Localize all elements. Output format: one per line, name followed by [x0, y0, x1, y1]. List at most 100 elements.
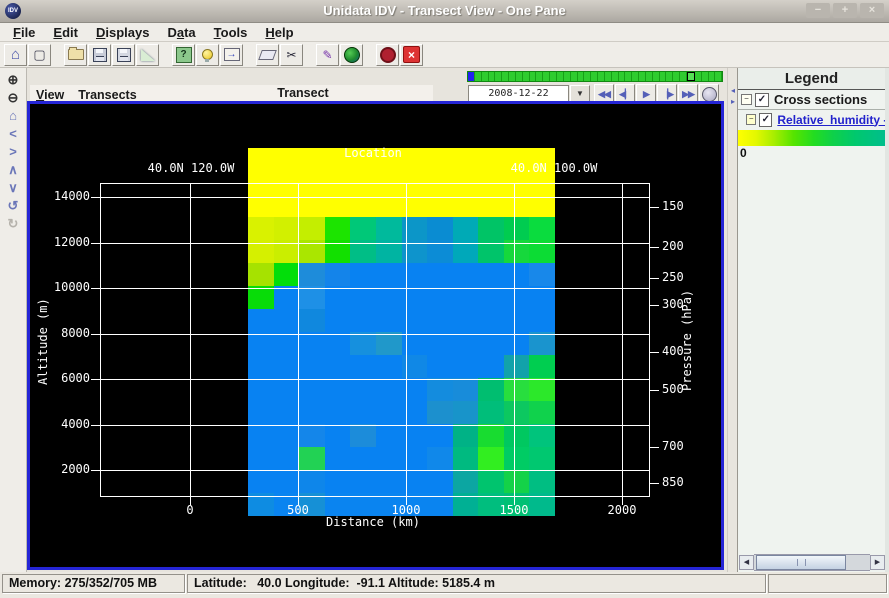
- time-step-cell[interactable]: [591, 72, 598, 81]
- axis-tick: [650, 483, 659, 484]
- undo-button[interactable]: ↺: [4, 198, 22, 214]
- remove-displays-button[interactable]: [256, 44, 279, 66]
- time-step-cell[interactable]: [687, 72, 695, 81]
- collapse-left-icon[interactable]: ◂: [729, 86, 737, 96]
- preferences-button[interactable]: ✎: [316, 44, 339, 66]
- menu-help[interactable]: Help: [258, 24, 300, 41]
- time-step-cell[interactable]: [612, 72, 619, 81]
- pan-down-button[interactable]: ∨: [4, 180, 22, 196]
- pan-up-button[interactable]: ∧: [4, 162, 22, 178]
- location-annotation: Location: [273, 146, 473, 160]
- data-chooser-icon: →: [224, 48, 240, 61]
- menu-bar: FileEditDisplaysData ToolsHelp: [0, 23, 889, 42]
- zoom-out-button[interactable]: ⊖: [4, 90, 22, 106]
- menu-edit[interactable]: Edit: [46, 24, 85, 41]
- grid-line: [100, 470, 650, 471]
- expand-right-icon[interactable]: ▸: [729, 97, 737, 107]
- time-step-cell[interactable]: [475, 72, 482, 81]
- open-file-button[interactable]: [64, 44, 87, 66]
- altitude-tick-label: 10000: [32, 280, 90, 294]
- stop-loads-button[interactable]: [376, 44, 399, 66]
- time-step-cell[interactable]: [666, 72, 673, 81]
- cross-sections-checkbox[interactable]: ✓: [755, 93, 769, 107]
- new-display-button[interactable]: ▢: [28, 44, 51, 66]
- distance-tick-label: 1000: [376, 503, 436, 517]
- time-step-cell[interactable]: [584, 72, 591, 81]
- time-step-cell[interactable]: [468, 72, 475, 81]
- cut-button[interactable]: ✂: [280, 44, 303, 66]
- collapse-icon[interactable]: −: [741, 94, 752, 105]
- drawing-control-button[interactable]: [136, 44, 159, 66]
- time-step-cell[interactable]: [605, 72, 612, 81]
- menu-file[interactable]: File: [6, 24, 42, 41]
- time-step-cell[interactable]: [489, 72, 496, 81]
- scrollbar-thumb[interactable]: [756, 555, 846, 570]
- time-step-cell[interactable]: [680, 72, 687, 81]
- menu-displays[interactable]: Displays: [89, 24, 156, 41]
- time-step-cell[interactable]: [495, 72, 502, 81]
- redo-button[interactable]: ↻: [4, 216, 22, 232]
- time-step-cell[interactable]: [646, 72, 653, 81]
- time-step-cell[interactable]: [653, 72, 660, 81]
- time-step-cell[interactable]: [619, 72, 626, 81]
- time-step-cell[interactable]: [673, 72, 680, 81]
- time-step-cell[interactable]: [625, 72, 632, 81]
- time-step-cell[interactable]: [709, 72, 716, 81]
- time-step-cell[interactable]: [502, 72, 509, 81]
- axis-tick: [91, 243, 100, 244]
- relative-humidity-link[interactable]: Relative_humidity -_: [777, 113, 885, 127]
- pan-left-button[interactable]: <: [4, 126, 22, 142]
- scroll-left-button[interactable]: ◀: [739, 555, 754, 570]
- save-as-button[interactable]: [112, 44, 135, 66]
- close-window-button[interactable]: ×: [860, 3, 884, 18]
- legend-item-row: − ✓ Relative_humidity -_: [738, 110, 885, 129]
- collapse-icon[interactable]: −: [746, 114, 756, 125]
- scroll-right-button[interactable]: ▶: [870, 555, 885, 570]
- time-step-cell[interactable]: [715, 72, 722, 81]
- animation-timeline[interactable]: [467, 71, 723, 82]
- time-step-cell[interactable]: [660, 72, 667, 81]
- scrollbar-track[interactable]: [754, 554, 870, 571]
- exit-button[interactable]: ×: [400, 44, 423, 66]
- time-step-cell[interactable]: [543, 72, 550, 81]
- menu-tools[interactable]: Tools: [207, 24, 255, 41]
- save-button[interactable]: [88, 44, 111, 66]
- transect-display[interactable]: Location 40.0N 120.0W 40.0N 100.0W Altit…: [27, 101, 724, 570]
- panel-splitter[interactable]: ◂ ▸: [727, 68, 737, 572]
- tab-view[interactable]: View: [36, 88, 64, 102]
- time-step-cell[interactable]: [557, 72, 564, 81]
- projection-globe-button[interactable]: [340, 44, 363, 66]
- time-step-cell[interactable]: [550, 72, 557, 81]
- field-selector-icon: ?: [176, 47, 192, 63]
- data-chooser-button[interactable]: →: [220, 44, 243, 66]
- show-tips-button[interactable]: [196, 44, 219, 66]
- distance-axis-label: Distance (km): [273, 515, 473, 529]
- home-view-button[interactable]: ⌂: [4, 108, 22, 124]
- time-step-cell[interactable]: [695, 72, 702, 81]
- field-selector-button[interactable]: ?: [172, 44, 195, 66]
- time-step-cell[interactable]: [523, 72, 530, 81]
- time-step-cell[interactable]: [516, 72, 523, 81]
- time-step-cell[interactable]: [598, 72, 605, 81]
- plot-canvas[interactable]: Location 40.0N 120.0W 40.0N 100.0W Altit…: [30, 104, 721, 567]
- pan-right-button[interactable]: >: [4, 144, 22, 160]
- time-step-cell[interactable]: [536, 72, 543, 81]
- relative-humidity-checkbox[interactable]: ✓: [759, 113, 772, 127]
- time-step-cell[interactable]: [530, 72, 537, 81]
- time-step-cell[interactable]: [632, 72, 639, 81]
- tab-transects[interactable]: Transects: [78, 88, 136, 102]
- time-step-cell[interactable]: [639, 72, 646, 81]
- time-step-cell[interactable]: [571, 72, 578, 81]
- time-step-cell[interactable]: [578, 72, 585, 81]
- time-step-cell[interactable]: [509, 72, 516, 81]
- colorbar[interactable]: [738, 130, 885, 146]
- maximize-button[interactable]: +: [833, 3, 857, 18]
- show-dashboard-button[interactable]: ⌂: [4, 44, 27, 66]
- time-step-cell[interactable]: [482, 72, 489, 81]
- time-step-cell[interactable]: [702, 72, 709, 81]
- zoom-in-button[interactable]: ⊕: [4, 72, 22, 88]
- menu-data[interactable]: Data: [160, 24, 202, 41]
- grid-line: [622, 183, 623, 497]
- minimize-button[interactable]: −: [806, 3, 830, 18]
- time-step-cell[interactable]: [564, 72, 571, 81]
